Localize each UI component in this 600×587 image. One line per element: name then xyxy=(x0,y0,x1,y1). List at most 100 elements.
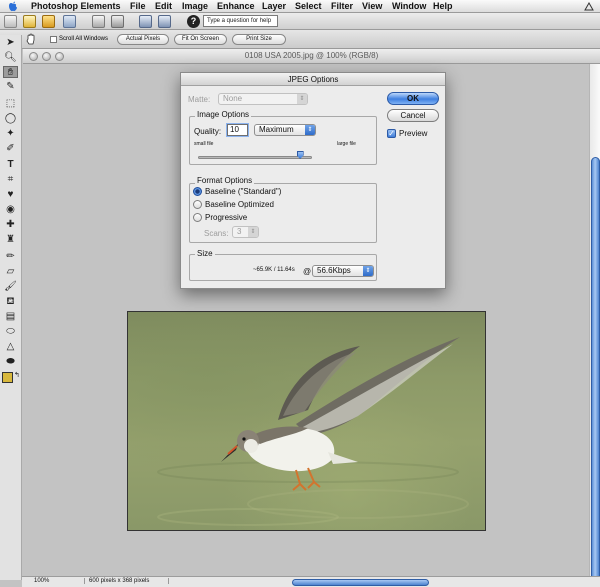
gradient-tool-icon[interactable]: ▤ xyxy=(3,311,18,323)
print-icon[interactable] xyxy=(92,15,105,28)
vertical-scroll-thumb[interactable] xyxy=(591,157,600,582)
browse-icon[interactable] xyxy=(23,15,36,28)
small-file-label: small file xyxy=(194,141,214,147)
zoom-level: 100% xyxy=(34,578,50,584)
quality-preset-select[interactable]: Maximum ⇕ xyxy=(254,124,316,136)
menu-enhance[interactable]: Enhance xyxy=(217,1,255,11)
red-eye-tool-icon[interactable]: ◉ xyxy=(3,204,18,216)
preview-checkbox[interactable]: ✓ xyxy=(387,129,396,138)
status-bar: 100% 600 pixels x 368 pixels xyxy=(22,576,600,587)
pencil-tool-icon[interactable]: ✏ xyxy=(3,251,18,263)
fit-on-screen-button[interactable]: Fit On Screen xyxy=(174,34,227,45)
print-preview-icon[interactable] xyxy=(111,15,124,28)
photo-canvas[interactable] xyxy=(127,311,486,531)
swap-colors-icon[interactable]: ↰ xyxy=(14,371,20,379)
zoom-tool-icon[interactable]: 🔍︎ xyxy=(3,52,18,64)
cookie-cutter-icon[interactable]: ♥ xyxy=(3,189,18,201)
brush-tool-icon[interactable]: 🖌︎ xyxy=(3,281,18,293)
menu-window[interactable]: Window xyxy=(392,1,426,11)
scroll-all-windows-checkbox[interactable] xyxy=(50,36,57,43)
chevron-updown-icon: ⇕ xyxy=(297,94,307,104)
shape-tool-icon[interactable]: ⬭ xyxy=(3,326,18,338)
connection-speed-value: 56.6Kbps xyxy=(317,266,351,275)
large-file-label: large file xyxy=(337,141,356,147)
type-tool-icon[interactable]: T xyxy=(3,159,18,171)
quality-label: Quality: xyxy=(194,127,222,136)
new-file-icon[interactable] xyxy=(4,15,17,28)
blur-tool-icon[interactable]: △ xyxy=(3,341,18,353)
menu-bar: Photoshop Elements File Edit Image Enhan… xyxy=(0,0,600,13)
bird-photo xyxy=(157,337,469,526)
menu-layer[interactable]: Layer xyxy=(262,1,286,11)
menu-help[interactable]: Help xyxy=(433,1,453,11)
redo-icon[interactable] xyxy=(158,15,171,28)
healing-brush-icon[interactable]: ✚ xyxy=(3,219,18,231)
shortcuts-bar: ? Type a question for help xyxy=(0,13,600,30)
matte-select: None ⇕ xyxy=(218,93,308,105)
marquee-tool-icon[interactable]: ⬚ xyxy=(3,98,18,110)
quality-preset-value: Maximum xyxy=(259,125,294,134)
document-title-bar: 0108 USA 2005.jpg @ 100% (RGB/8) xyxy=(23,49,600,64)
horizontal-scroll-thumb[interactable] xyxy=(292,579,429,586)
matte-label: Matte: xyxy=(188,95,211,104)
options-bar: Scroll All Windows Actual Pixels Fit On … xyxy=(0,30,600,49)
help-icon[interactable]: ? xyxy=(187,15,200,28)
menu-filter[interactable]: Filter xyxy=(331,1,353,11)
progressive-label: Progressive xyxy=(205,213,248,222)
toolbox: ➤ 🔍︎ ✋︎ ✎ ⬚ ◯ ✦ ✐ T ⌗ ♥ ◉ ✚ ♜ ✏ ▱ 🖌︎ ⛾ ▤… xyxy=(0,35,22,580)
sponge-tool-icon[interactable]: ⬬ xyxy=(3,356,18,368)
format-options-label: Format Options xyxy=(195,176,255,185)
chevron-updown-icon: ⇕ xyxy=(363,266,373,276)
menu-edit[interactable]: Edit xyxy=(155,1,172,11)
image-options-label: Image Options xyxy=(195,110,252,119)
menu-app-name[interactable]: Photoshop Elements xyxy=(31,1,121,11)
matte-value: None xyxy=(223,94,243,103)
selection-brush-icon[interactable]: ✐ xyxy=(3,143,18,155)
image-dimensions: 600 pixels x 368 pixels xyxy=(84,578,169,584)
preview-label: Preview xyxy=(399,129,428,138)
scans-value: 3 xyxy=(237,227,242,236)
menu-extra-icon[interactable] xyxy=(584,2,594,11)
hand-tool-icon xyxy=(26,33,35,45)
progressive-radio[interactable] xyxy=(193,213,202,222)
baseline-optimized-radio[interactable] xyxy=(193,200,202,209)
crop-tool-icon[interactable]: ⌗ xyxy=(3,174,18,186)
menu-image[interactable]: Image xyxy=(182,1,208,11)
menu-select[interactable]: Select xyxy=(295,1,322,11)
scans-label: Scans: xyxy=(204,229,229,238)
print-size-button[interactable]: Print Size xyxy=(232,34,286,45)
undo-icon[interactable] xyxy=(139,15,152,28)
vertical-scrollbar[interactable] xyxy=(589,64,600,582)
baseline-standard-label: Baseline ("Standard") xyxy=(205,187,282,196)
help-search-input[interactable]: Type a question for help xyxy=(203,15,278,27)
eyedropper-tool-icon[interactable]: ✎ xyxy=(3,81,18,93)
clone-stamp-icon[interactable]: ♜ xyxy=(3,234,18,246)
scans-select: 3 ⇕ xyxy=(232,226,259,238)
chevron-updown-icon: ⇕ xyxy=(305,125,315,135)
hand-tool-icon[interactable]: ✋︎ xyxy=(3,66,18,78)
open-folder-icon[interactable] xyxy=(42,15,55,28)
dialog-title: JPEG Options xyxy=(181,73,445,86)
quality-slider-track[interactable] xyxy=(198,156,312,159)
at-symbol: @ xyxy=(303,267,312,276)
save-icon[interactable] xyxy=(63,15,76,28)
cancel-button[interactable]: Cancel xyxy=(387,109,439,122)
connection-speed-select[interactable]: 56.6Kbps ⇕ xyxy=(312,265,374,277)
baseline-standard-radio[interactable] xyxy=(193,187,202,196)
magic-wand-tool-icon[interactable]: ✦ xyxy=(3,128,18,140)
paint-bucket-icon[interactable]: ⛾ xyxy=(3,296,18,308)
size-label: Size xyxy=(195,249,215,258)
move-tool-icon[interactable]: ➤ xyxy=(3,37,18,49)
actual-pixels-button[interactable]: Actual Pixels xyxy=(117,34,169,45)
ok-button[interactable]: OK xyxy=(387,92,439,105)
foreground-color-swatch[interactable] xyxy=(2,372,13,383)
lasso-tool-icon[interactable]: ◯ xyxy=(3,113,18,125)
chevron-updown-icon: ⇕ xyxy=(248,227,258,237)
apple-menu-icon[interactable] xyxy=(8,1,18,12)
menu-file[interactable]: File xyxy=(130,1,146,11)
eraser-tool-icon[interactable]: ▱ xyxy=(3,266,18,278)
baseline-optimized-label: Baseline Optimized xyxy=(205,200,274,209)
scroll-all-windows-label: Scroll All Windows xyxy=(59,36,109,42)
menu-view[interactable]: View xyxy=(362,1,382,11)
quality-input[interactable]: 10 xyxy=(227,124,248,136)
